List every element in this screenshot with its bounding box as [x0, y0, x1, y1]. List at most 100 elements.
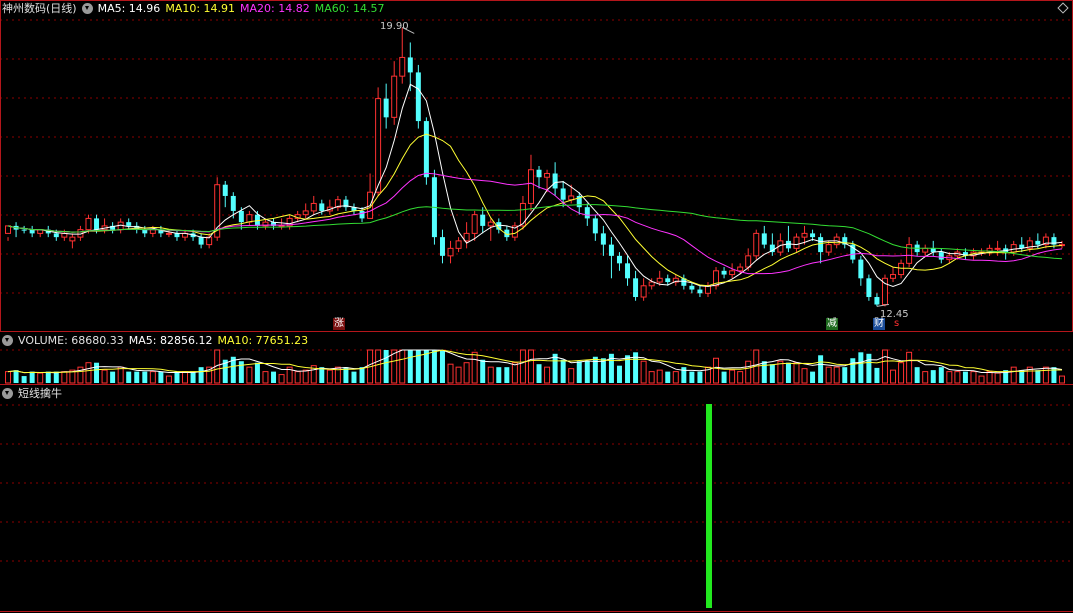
volume-bar [504, 367, 510, 383]
volume-bar [874, 367, 880, 383]
volume-bar [600, 358, 606, 383]
indicator-dropdown-icon[interactable] [2, 388, 13, 399]
volume-bar [190, 371, 196, 383]
candle-body [866, 278, 872, 298]
candle-body [584, 207, 590, 219]
volume-bar [1019, 370, 1025, 383]
candle-body [415, 72, 421, 122]
volume-bar [858, 352, 864, 383]
bottom-border [0, 611, 1073, 612]
volume-bar [319, 367, 325, 383]
volume-bar [930, 370, 936, 383]
indicator-header: 短线擒牛 [2, 386, 67, 401]
volume-bar [271, 371, 277, 383]
candle-body [544, 172, 551, 178]
volume-bar [777, 360, 784, 384]
volume-dropdown-icon[interactable] [2, 335, 13, 346]
volume-bar [117, 366, 124, 384]
volume-bar [110, 371, 116, 383]
ma10-label: MA10: 14.91 [165, 2, 236, 15]
candle-body [198, 237, 204, 245]
volume-bar [262, 371, 269, 384]
ma5-label: MA5: 14.96 [97, 2, 161, 15]
indicator-panel[interactable]: 短线擒牛 [0, 385, 1073, 613]
volume-bar [198, 367, 204, 383]
candle-body [625, 263, 631, 279]
volume-bar [423, 350, 429, 383]
indicator-name: 短线擒牛 [18, 387, 62, 400]
volume-bar [278, 374, 285, 384]
volume-bar [246, 366, 253, 384]
candle-body [246, 214, 253, 223]
candle-body [29, 229, 35, 234]
volume-bar [785, 362, 791, 383]
volume-panel[interactable]: VOLUME: 68680.33 MA5: 82856.12 MA10: 77651… [0, 332, 1073, 384]
volume-bar [881, 349, 888, 384]
volume-bar [182, 371, 189, 384]
volume-bar [439, 350, 445, 383]
event-tag-s[interactable]: s [893, 318, 900, 330]
candle-body [69, 236, 76, 242]
volume-bar [13, 370, 19, 383]
price-panel[interactable]: 神州数码(日线) MA5: 14.96 MA10: 14.91 MA20: 14.82… [0, 0, 1073, 332]
candle-body [858, 259, 864, 279]
volume-bar [721, 371, 727, 383]
candle-body [375, 98, 382, 193]
volume-bar [53, 371, 59, 383]
event-tag-zhang[interactable]: 涨 [333, 318, 345, 330]
candle-body [656, 277, 663, 283]
volume-bar [351, 371, 357, 383]
candle-body [519, 202, 526, 227]
candle-body [737, 266, 744, 272]
volume-bar [45, 371, 51, 383]
volume-bar [576, 361, 582, 383]
volume-bar [962, 371, 968, 383]
candle-body [898, 262, 905, 276]
volume-bar [681, 367, 687, 383]
volume-bar [5, 371, 12, 384]
candle-body [640, 285, 647, 298]
volume-bar [801, 368, 808, 384]
volume-bar [519, 349, 526, 384]
event-tag-cai[interactable]: 财 [873, 318, 885, 330]
candle-body [407, 57, 413, 73]
candle-body [890, 274, 897, 279]
volume-bar [833, 366, 840, 384]
candle-body [665, 278, 671, 283]
price-border [0, 0, 1073, 332]
candle-body [592, 218, 598, 234]
candle-body [801, 232, 808, 238]
candle-body [5, 225, 12, 234]
volume-bar [672, 371, 679, 384]
volume-bar [689, 371, 695, 383]
volume-bar [906, 351, 913, 384]
candle-body [455, 240, 462, 249]
candle-body [721, 270, 727, 275]
candle-body [697, 289, 703, 294]
volume-bar [1035, 370, 1041, 383]
candle-body [471, 214, 478, 234]
candle-body [761, 233, 767, 245]
volume-bar [399, 349, 406, 384]
candle-body [536, 169, 542, 178]
high-price-label: 19.90 [380, 21, 409, 32]
candle-body [359, 210, 365, 219]
volume-bar [890, 369, 897, 384]
volume-bar [126, 371, 132, 383]
volume-bar [648, 371, 655, 384]
volume-bar [584, 361, 590, 383]
candle-body [222, 184, 228, 196]
stock-title[interactable]: 神州数码(日线) [2, 2, 77, 15]
ma60-label: MA60: 14.57 [314, 2, 385, 15]
candle-body [938, 252, 944, 260]
volume-bar [978, 375, 985, 384]
volume-bar [842, 367, 848, 383]
volume-bar [447, 363, 454, 384]
volume-bar [592, 356, 598, 383]
event-tag-jian[interactable]: 减 [826, 318, 838, 330]
volume-bar [254, 362, 260, 383]
volume-bar [496, 367, 502, 383]
candle-body [527, 169, 534, 204]
volume-bar [560, 359, 566, 383]
settings-dropdown-icon[interactable] [81, 3, 93, 14]
